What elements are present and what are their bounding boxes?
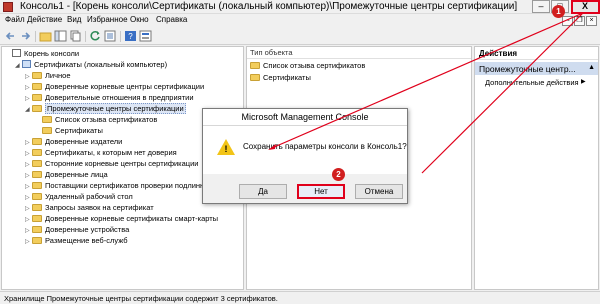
folder-open-icon xyxy=(32,105,42,112)
expand-arrow-icon[interactable]: ▷ xyxy=(25,226,32,236)
copy-icon[interactable] xyxy=(69,30,82,42)
tree-item-console-root[interactable]: Корень консоли xyxy=(5,49,79,59)
menu-favorites[interactable]: Избранное xyxy=(87,15,128,24)
toolbar: ? xyxy=(0,28,600,45)
list-item-crl[interactable]: Список отзыва сертификатов xyxy=(250,61,365,71)
menu-help[interactable]: Справка xyxy=(156,15,187,24)
dialog-body: ! Сохранить параметры консоли в Консоль1… xyxy=(203,126,407,174)
tree-item-enrollment-requests[interactable]: ▷ Запросы заявок на сертификат xyxy=(25,203,154,213)
expand-arrow-icon[interactable]: ▷ xyxy=(25,83,32,93)
submenu-arrow-icon: ▶ xyxy=(581,79,586,85)
tree-item-certificates[interactable]: Сертификаты xyxy=(42,126,103,136)
menu-action[interactable]: Действие xyxy=(27,15,62,24)
tree-item-crl[interactable]: Список отзыва сертификатов xyxy=(42,115,157,125)
more-actions-link[interactable]: Дополнительные действия ▶ xyxy=(485,78,586,87)
mdi-controls: – ❐ × xyxy=(561,15,597,26)
expand-arrow-icon[interactable]: ▷ xyxy=(25,237,32,247)
cancel-button[interactable]: Отмена xyxy=(355,184,403,199)
minimize-button[interactable]: – xyxy=(532,0,550,13)
tree-item-local-certificates[interactable]: ◢ Сертификаты (локальный компьютер) xyxy=(15,60,167,70)
folder-icon xyxy=(32,237,42,244)
show-tree-icon[interactable] xyxy=(54,30,67,42)
callout-step-1: 1 xyxy=(552,5,565,18)
menu-bar: Файл Действие Вид Избранное Окно Справка xyxy=(0,14,600,27)
menu-view[interactable]: Вид xyxy=(67,15,81,24)
folder-icon xyxy=(32,215,42,222)
collapse-arrow-icon[interactable]: ◢ xyxy=(25,105,32,115)
folder-icon xyxy=(32,138,42,145)
mdi-minimize-button[interactable]: – xyxy=(562,16,573,26)
folder-icon xyxy=(42,116,52,123)
folder-icon xyxy=(250,62,260,69)
tree-item-trusted-devices[interactable]: ▷ Доверенные устройства xyxy=(25,225,129,235)
no-button[interactable]: Нет xyxy=(297,184,345,199)
help-icon[interactable]: ? xyxy=(124,30,137,42)
tree-item-personal[interactable]: ▷ Личное xyxy=(25,71,71,81)
expand-arrow-icon[interactable]: ▷ xyxy=(25,149,32,159)
folder-icon xyxy=(32,226,42,233)
list-item-certificates[interactable]: Сертификаты xyxy=(250,73,311,83)
folder-icon xyxy=(32,204,42,211)
folder-icon xyxy=(32,182,42,189)
status-bar: Хранилище Промежуточные центры сертифика… xyxy=(0,291,600,304)
callout-step-2: 2 xyxy=(332,168,345,181)
folder-icon xyxy=(32,171,42,178)
collapse-arrow-icon[interactable]: ◢ xyxy=(15,61,22,71)
window-title: Консоль1 - [Корень консоли\Сертификаты (… xyxy=(20,1,518,12)
expand-arrow-icon[interactable]: ▷ xyxy=(25,94,32,104)
forward-arrow-icon[interactable] xyxy=(19,30,32,42)
column-header-object-type[interactable]: Тип объекта xyxy=(247,47,471,59)
expand-arrow-icon[interactable]: ▷ xyxy=(25,204,32,214)
collapse-up-icon[interactable]: ▲ xyxy=(588,64,595,71)
folder-icon xyxy=(32,193,42,200)
dialog-title: Microsoft Management Console xyxy=(203,109,407,126)
tree-item-auth-issuers[interactable]: ▷ Поставщики сертификатов проверки подлин… xyxy=(25,181,220,191)
yes-button[interactable]: Да xyxy=(239,184,287,199)
expand-arrow-icon[interactable]: ▷ xyxy=(25,215,32,225)
actions-title: Действия xyxy=(475,47,598,60)
expand-arrow-icon[interactable]: ▷ xyxy=(25,72,32,82)
folder-icon xyxy=(250,74,260,81)
export-list-icon[interactable] xyxy=(104,30,117,42)
tree-item-untrusted[interactable]: ▷ Сертификаты, к которым нет доверия xyxy=(25,148,177,158)
tree-item-smartcard-roots[interactable]: ▷ Доверенные корневые сертификаты смарт-к… xyxy=(25,214,218,224)
mdi-close-button[interactable]: × xyxy=(586,16,597,26)
folder-icon xyxy=(32,83,42,90)
dialog-message: Сохранить параметры консоли в Консоль1? xyxy=(243,142,407,151)
save-console-dialog: Microsoft Management Console ! Сохранить… xyxy=(202,108,408,204)
tree-item-enterprise-trust[interactable]: ▷ Доверительные отношения в предприятии xyxy=(25,93,194,103)
menu-file[interactable]: Файл xyxy=(5,15,25,24)
menu-window[interactable]: Окно xyxy=(130,15,149,24)
title-bar: Консоль1 - [Корень консоли\Сертификаты (… xyxy=(0,0,600,14)
expand-arrow-icon[interactable]: ▷ xyxy=(25,182,32,192)
actions-pane: Действия Промежуточные центр... ▲ Дополни… xyxy=(474,46,599,290)
actions-section-intermediate-ca[interactable]: Промежуточные центр... ▲ xyxy=(475,62,598,75)
folder-icon xyxy=(32,94,42,101)
expand-arrow-icon[interactable]: ▷ xyxy=(25,193,32,203)
svg-text:?: ? xyxy=(128,32,133,41)
folder-icon xyxy=(32,160,42,167)
expand-arrow-icon[interactable]: ▷ xyxy=(25,160,32,170)
folder-icon xyxy=(32,149,42,156)
back-arrow-icon[interactable] xyxy=(4,30,17,42)
tree-item-trusted-root[interactable]: ▷ Доверенные корневые центры сертификации xyxy=(25,82,204,92)
expand-arrow-icon[interactable]: ▷ xyxy=(25,171,32,181)
tree-item-web-hosting[interactable]: ▷ Размещение веб-служб xyxy=(25,236,128,246)
tree-item-third-party-root[interactable]: ▷ Сторонние корневые центры сертификации xyxy=(25,159,198,169)
folder-up-icon[interactable] xyxy=(39,30,52,42)
console-root-icon xyxy=(12,49,21,57)
certificates-snapin-icon xyxy=(22,60,31,68)
folder-icon xyxy=(42,127,52,134)
refresh-icon[interactable] xyxy=(89,30,102,42)
tree-item-trusted-people[interactable]: ▷ Доверенные лица xyxy=(25,170,108,180)
tree-item-trusted-publishers[interactable]: ▷ Доверенные издатели xyxy=(25,137,122,147)
properties-icon[interactable] xyxy=(139,30,152,42)
mdi-restore-button[interactable]: ❐ xyxy=(574,16,585,26)
folder-icon xyxy=(32,72,42,79)
close-button-highlight xyxy=(571,0,600,14)
expand-arrow-icon[interactable]: ▷ xyxy=(25,138,32,148)
mmc-app-icon xyxy=(3,2,13,12)
tree-item-remote-desktop[interactable]: ▷ Удаленный рабочий стол xyxy=(25,192,133,202)
tree-item-intermediate-ca[interactable]: ◢ Промежуточные центры сертификации xyxy=(25,103,186,115)
